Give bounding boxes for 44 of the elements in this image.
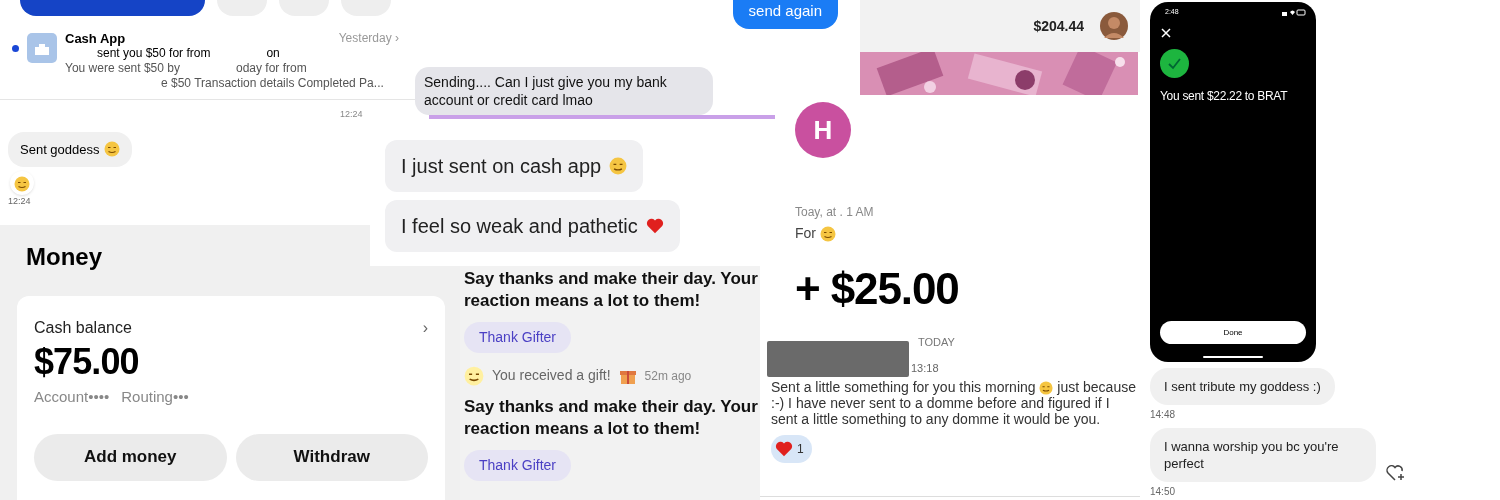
sender-name: Cash App [65, 31, 126, 46]
email-row[interactable]: Cash App Yesterday › sent you $50 for from on You were sent $50 by oday for from e $50 Transaction details Completed Pa... [0, 16, 415, 100]
timestamp: 12:24 [8, 195, 32, 208]
message-bubble: send again [732, 0, 838, 29]
email-preview: e $50 Transaction details Completed Pa... [160, 76, 385, 91]
message-bubble: Sent goddess [8, 131, 132, 167]
message-text: Sent a little something for you this morning just because :-) I have never sent to a domme before and figured if I sent a little something to any domme it would be you. [771, 378, 1136, 427]
gift-prompt: Say thanks and make their day. Your reaction means a lot to them! [464, 396, 759, 440]
routing-number: Routing••• [121, 387, 189, 407]
email-preview: You were sent $50 by [65, 61, 180, 76]
thank-button[interactable]: Thank Gifter [464, 450, 572, 481]
email-subject: sent you $50 for from [96, 46, 211, 61]
payment-note: For [795, 223, 1140, 244]
card-label: Cash balance [34, 318, 132, 338]
avatar: H [795, 102, 851, 158]
message-bubble: I feel so weak and pathetic [385, 200, 680, 252]
gift-notice: You received a gift! [492, 366, 611, 385]
confirmation-text: You sent $22.22 to BRAT [1160, 88, 1289, 105]
message-bubble: I just sent on cash app [385, 140, 644, 192]
message-bubble: I wanna worship you bc you're perfect [1150, 428, 1376, 482]
message-time: 14:48 [1150, 408, 1177, 422]
account-number: Account•••• [34, 387, 110, 407]
timestamp: 12:24 [340, 108, 364, 121]
wallet-balance: $204.44 [1033, 16, 1084, 36]
email-preview-tail: oday for from [235, 61, 307, 76]
gift-time: 52m ago [644, 367, 692, 385]
reaction-pill[interactable]: 1 [771, 434, 812, 463]
message-bubble: Sending.... Can I just give you my bank account or credit card lmao [415, 66, 713, 115]
done-button[interactable]: Done [1160, 321, 1306, 344]
message-time: 14:50 [1150, 485, 1177, 499]
gift-prompt: Say thanks and make their day. Your reaction means a lot to them! [464, 268, 759, 312]
action-button[interactable]: Withdraw [235, 433, 428, 481]
payment-date: Toay, at . 1 AM [795, 204, 875, 221]
thank-button[interactable]: Thank Gifter [464, 322, 572, 353]
balance-amount: $75.00 [34, 340, 140, 384]
email-subject-tail: on [265, 46, 280, 61]
day-divider: TODAY [918, 335, 956, 350]
received-time: Yesterday › [338, 31, 399, 46]
message-time: 13:18 [911, 361, 939, 376]
page-title: Money [26, 242, 103, 272]
action-button[interactable]: Add money [34, 433, 227, 481]
chevron-icon[interactable]: › [422, 316, 428, 340]
payment-amount: + $25.00 [795, 263, 960, 315]
message-bubble: I sent tribute my goddess :) [1150, 368, 1335, 405]
